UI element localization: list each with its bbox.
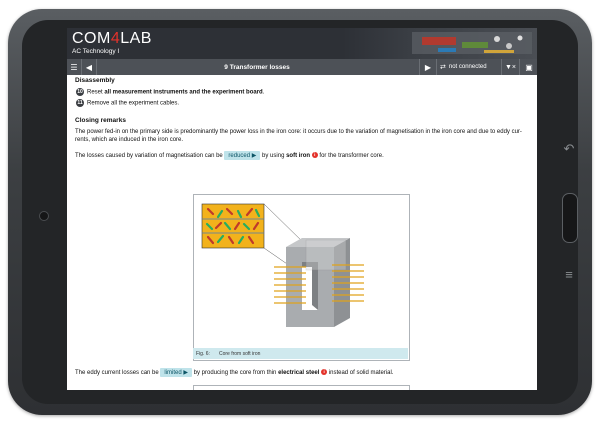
paragraph-text: The eddy current losses can be bbox=[75, 370, 161, 376]
open-folder-button[interactable]: ▣ bbox=[519, 59, 537, 75]
step-text-end: . bbox=[262, 89, 265, 96]
step-text-bold: all measurement instruments and the expe… bbox=[104, 89, 263, 96]
paragraph-2: The losses caused by variation of magnet… bbox=[75, 151, 384, 160]
laminated-core-illustration bbox=[194, 386, 409, 390]
camera-icon bbox=[39, 211, 49, 221]
course-subtitle: AC Technology I bbox=[72, 48, 120, 55]
paragraph-1-line-2: rents, which are induced in the iron cor… bbox=[75, 137, 184, 143]
limited-link-button[interactable]: limited ▶ bbox=[160, 368, 193, 377]
soft-iron-core-figure[interactable] bbox=[193, 194, 410, 361]
step-number: 11 bbox=[76, 99, 84, 107]
paragraph-text: The losses caused by variation of magnet… bbox=[75, 153, 225, 159]
hamburger-icon: ☰ bbox=[70, 62, 78, 72]
paragraph-text: by using bbox=[260, 153, 287, 159]
sound-toggle-button[interactable]: ▼× bbox=[501, 59, 520, 75]
paragraph-text: for the transformer core. bbox=[317, 153, 384, 159]
next-figure-preview[interactable] bbox=[193, 385, 410, 390]
paragraph-1-line-1: The power fed-in on the primary side is … bbox=[75, 129, 522, 135]
lesson-content: Disassembly 10 Reset all measurement inst… bbox=[67, 75, 537, 390]
closing-remarks-heading: Closing remarks bbox=[75, 117, 126, 124]
connection-status-label: not connected bbox=[448, 64, 487, 70]
paragraph-3: The eddy current losses can be limited ▶… bbox=[75, 368, 393, 377]
previous-page-button[interactable]: ◀ bbox=[82, 59, 97, 75]
soft-iron-term: soft iron bbox=[286, 153, 311, 159]
navigation-bar: ☰ ◀ 9 Transformer losses ▶ ⇄ not connect… bbox=[67, 59, 537, 75]
electrical-steel-term: electrical steel bbox=[278, 370, 320, 376]
reduced-link-button[interactable]: reduced ▶ bbox=[224, 151, 261, 160]
figure-caption: Fig. 6: Core from soft iron bbox=[193, 348, 408, 359]
disassembly-heading: Disassembly bbox=[75, 77, 115, 84]
menu-lines-icon[interactable]: ≡ bbox=[562, 267, 576, 282]
speaker-muted-icon: ▼× bbox=[504, 63, 517, 71]
brand-logo: COM4LAB bbox=[72, 30, 152, 47]
home-button[interactable] bbox=[562, 193, 578, 243]
app-screen: COM4LAB AC Technology I ☰ ◀ 9 Transforme… bbox=[67, 28, 537, 390]
step-text: Remove all the experiment cables. bbox=[87, 100, 180, 107]
figure-caption-text: Core from soft iron bbox=[219, 351, 261, 357]
hardware-photo bbox=[342, 28, 537, 59]
step-10: 10 Reset all measurement instruments and … bbox=[76, 88, 264, 96]
figure-caption-number: Fig. 6: bbox=[196, 351, 210, 357]
brand-header: COM4LAB AC Technology I bbox=[67, 28, 537, 59]
paragraph-text: instead of solid material. bbox=[327, 370, 394, 376]
next-page-button[interactable]: ▶ bbox=[419, 59, 437, 75]
step-number: 10 bbox=[76, 88, 84, 96]
step-text: Reset bbox=[87, 89, 105, 96]
menu-button[interactable]: ☰ bbox=[67, 59, 82, 75]
page-title: 9 Transformer losses bbox=[224, 63, 290, 71]
paragraph-text: by producing the core from thin bbox=[192, 370, 279, 376]
step-11: 11 Remove all the experiment cables. bbox=[76, 99, 179, 107]
back-gesture-icon[interactable]: ↶ bbox=[562, 141, 576, 157]
folder-icon: ▣ bbox=[525, 62, 533, 72]
connection-off-icon: ⇄ bbox=[440, 64, 446, 71]
left-arrow-icon: ◀ bbox=[85, 62, 93, 72]
connection-status[interactable]: ⇄ not connected bbox=[437, 59, 502, 75]
transformer-core-illustration bbox=[201, 203, 364, 327]
right-arrow-icon: ▶ bbox=[424, 62, 432, 72]
